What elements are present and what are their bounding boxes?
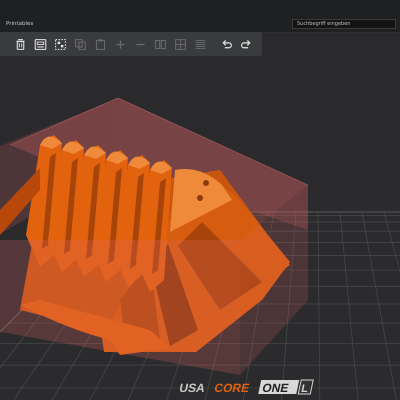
brand-prefix: USA (178, 381, 206, 395)
brand-core: CORE (213, 381, 251, 395)
delete-button[interactable] (12, 36, 28, 52)
copy-icon (74, 38, 86, 50)
arrange-button[interactable] (52, 36, 68, 52)
search-input[interactable] (292, 19, 396, 29)
variable-layer-height-icon (195, 39, 205, 49)
split-to-objects-icon (154, 39, 166, 49)
undo-button[interactable] (218, 36, 234, 52)
split-to-objects-button[interactable] (152, 36, 168, 52)
window-title: Printables (6, 21, 34, 27)
redo-button[interactable] (238, 36, 254, 52)
toolbar (0, 32, 262, 56)
remove-instance-button[interactable] (132, 36, 148, 52)
delete-all-icon (34, 38, 46, 50)
split-to-parts-button[interactable] (172, 36, 188, 52)
redo-icon (240, 39, 251, 48)
prusaslicer-window: Printables Suchbegriff eingeben USA CORE… (0, 0, 400, 400)
top-bar: Printables (0, 0, 400, 33)
add-instance-button[interactable] (112, 36, 128, 52)
copy-button[interactable] (72, 36, 88, 52)
split-to-parts-icon (174, 38, 186, 50)
delete-icon (15, 38, 25, 50)
variable-layer-height-button[interactable] (192, 36, 208, 52)
delete-all-button[interactable] (32, 36, 48, 52)
undo-icon (221, 39, 232, 48)
paste-button[interactable] (92, 36, 108, 52)
paste-icon (95, 38, 105, 50)
scene: USA CORE ONE L (0, 97, 400, 400)
brand-model: ONE (261, 381, 290, 395)
bed-brand-label: USA CORE ONE L (178, 379, 314, 395)
add-instance-icon (115, 39, 125, 49)
arrange-icon (54, 38, 66, 50)
remove-instance-icon (135, 43, 145, 45)
3d-viewport[interactable]: USA CORE ONE L (0, 56, 400, 400)
